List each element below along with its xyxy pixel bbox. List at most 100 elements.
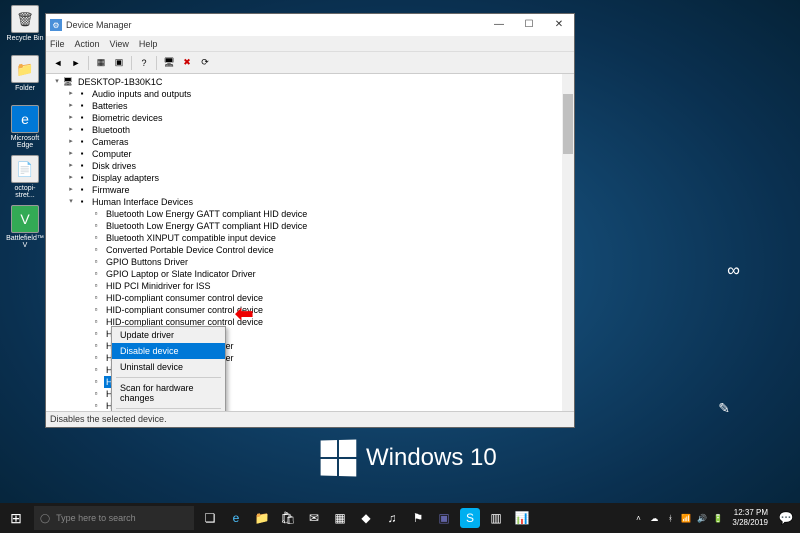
forward-button[interactable]: ► [68,55,84,71]
tree-toggle[interactable]: ▸ [66,88,76,100]
tree-node[interactable]: ▫Converted Portable Device Control devic… [52,244,572,256]
ctx-uninstall-device[interactable]: Uninstall device [112,359,225,375]
app-taskbar-icon[interactable]: ♫ [380,504,404,532]
tree-toggle[interactable]: ▸ [66,160,76,172]
tree-node[interactable]: ▸▪Biometric devices [52,112,572,124]
tree-node[interactable]: ▸▪Firmware [52,184,572,196]
device-icon: ▫ [90,257,102,267]
tree-node[interactable]: ▸▪Computer [52,148,572,160]
tree-node[interactable]: ▸▪Display adapters [52,172,572,184]
desktop-icon-recycle-bin[interactable]: 🗑Recycle Bin [5,5,45,49]
back-button[interactable]: ◄ [50,55,66,71]
store-taskbar-icon[interactable]: 🛍 [276,504,300,532]
tree-node[interactable]: ▫Bluetooth Low Energy GATT compliant HID… [52,208,572,220]
search-box[interactable]: ◯ Type here to search [34,506,194,530]
app-taskbar-icon[interactable]: ⚑ [406,504,430,532]
menu-view[interactable]: View [110,39,129,49]
tree-node[interactable]: ▫GPIO Laptop or Slate Indicator Driver [52,268,572,280]
tree-node[interactable]: ▫Bluetooth XINPUT compatible input devic… [52,232,572,244]
device-icon: ▪ [76,161,88,171]
tray-bluetooth-icon[interactable]: ᚼ [662,514,678,523]
teams-taskbar-icon[interactable]: ▣ [432,504,456,532]
device-icon: ▫ [90,341,102,351]
desktop-icon-label: Microsoft Edge [11,135,39,149]
scan-button[interactable]: 🖥 [161,55,177,71]
app-taskbar-icon[interactable]: ◆ [354,504,378,532]
tray-cloud-icon[interactable]: ☁ [646,514,662,523]
app-taskbar-icon[interactable]: 📊 [510,504,534,532]
maximize-button[interactable]: ☐ [514,14,544,36]
tree-node[interactable]: ▫HID-compliant consumer control device [52,304,572,316]
search-placeholder: Type here to search [56,513,136,523]
tree-node[interactable]: ▫Bluetooth Low Energy GATT compliant HID… [52,220,572,232]
tree-node[interactable]: ▫GPIO Buttons Driver [52,256,572,268]
tree-node[interactable]: ▸▪Batteries [52,100,572,112]
device-icon: ▫ [90,329,102,339]
tree-toggle[interactable]: ▸ [66,112,76,124]
show-hidden-button[interactable]: ▦ [93,55,109,71]
desktop-icon-label: Recycle Bin [7,35,44,42]
tree-toggle[interactable]: ▸ [66,172,76,184]
desktop-icon-folder[interactable]: 📁Folder [5,55,45,99]
tree-toggle[interactable]: ▸ [66,136,76,148]
titlebar[interactable]: ⚙ Device Manager — ☐ ✕ [46,14,574,36]
tree-node[interactable]: ▸▪Disk drives [52,160,572,172]
cortana-icon: ◯ [40,513,50,524]
desktop-icon-octopi[interactable]: 📄octopi-stret... [5,155,45,199]
skype-taskbar-icon[interactable]: S [460,508,480,528]
device-icon: ▫ [90,281,102,291]
taskbar-clock[interactable]: 12:37 PM 3/28/2019 [726,508,774,528]
minimize-button[interactable]: — [484,14,514,36]
action-center-button[interactable]: 💬 [774,511,798,525]
tree-toggle[interactable]: ▸ [66,184,76,196]
tree-node[interactable]: ▾▪Human Interface Devices [52,196,572,208]
tray-volume-icon[interactable]: 🔊 [694,514,710,523]
task-view-button[interactable]: ❏ [198,504,222,532]
tree-toggle[interactable]: ▾ [66,196,76,208]
tree-node[interactable]: ▾🖥DESKTOP-1B30K1C [52,76,572,88]
tree-label: Bluetooth Low Energy GATT compliant HID … [104,208,309,220]
update-button[interactable]: ⟳ [197,55,213,71]
device-icon: ▫ [90,389,102,399]
tray-battery-icon[interactable]: 🔋 [710,514,726,523]
explorer-taskbar-icon[interactable]: 📁 [250,504,274,532]
edge-taskbar-icon[interactable]: e [224,504,248,532]
tree-label: Firmware [90,184,132,196]
scrollbar[interactable] [562,74,574,411]
menu-help[interactable]: Help [139,39,158,49]
desktop-icon-battlefield[interactable]: VBattlefield™ V [5,205,45,249]
disable-button[interactable]: ✖ [179,55,195,71]
tree-label: GPIO Buttons Driver [104,256,190,268]
menu-action[interactable]: Action [75,39,100,49]
tree-label: Bluetooth Low Energy GATT compliant HID … [104,220,309,232]
menu-file[interactable]: File [50,39,65,49]
device-icon: ▫ [90,269,102,279]
scrollbar-thumb[interactable] [563,94,573,154]
desktop-icon-edge[interactable]: eMicrosoft Edge [5,105,45,149]
close-button[interactable]: ✕ [544,14,574,36]
help-button[interactable]: ? [136,55,152,71]
tree-node[interactable]: ▫HID-compliant consumer control device [52,292,572,304]
ctx-scan-hardware[interactable]: Scan for hardware changes [112,380,225,406]
tree-toggle[interactable]: ▸ [66,124,76,136]
ctx-update-driver[interactable]: Update driver [112,327,225,343]
tree-toggle[interactable]: ▸ [66,100,76,112]
desktop-icon-label: Battlefield™ V [6,235,44,249]
device-icon: ▫ [90,245,102,255]
start-button[interactable]: ⊞ [0,503,32,533]
device-icon: ▪ [76,125,88,135]
tree-toggle[interactable]: ▸ [66,148,76,160]
ctx-disable-device[interactable]: Disable device [112,343,225,359]
tray-overflow-icon[interactable]: ˄ [630,514,646,523]
tree-node[interactable]: ▫HID PCI Minidriver for ISS [52,280,572,292]
tree-toggle[interactable]: ▾ [52,76,62,88]
tray-wifi-icon[interactable]: 📶 [678,514,694,523]
app-taskbar-icon[interactable]: ▥ [484,504,508,532]
system-tray: ˄ ☁ ᚼ 📶 🔊 🔋 12:37 PM 3/28/2019 💬 [630,508,800,528]
tree-node[interactable]: ▸▪Bluetooth [52,124,572,136]
app-taskbar-icon[interactable]: ▦ [328,504,352,532]
mail-taskbar-icon[interactable]: ✉ [302,504,326,532]
tree-node[interactable]: ▸▪Audio inputs and outputs [52,88,572,100]
tree-node[interactable]: ▸▪Cameras [52,136,572,148]
properties-button[interactable]: ▣ [111,55,127,71]
